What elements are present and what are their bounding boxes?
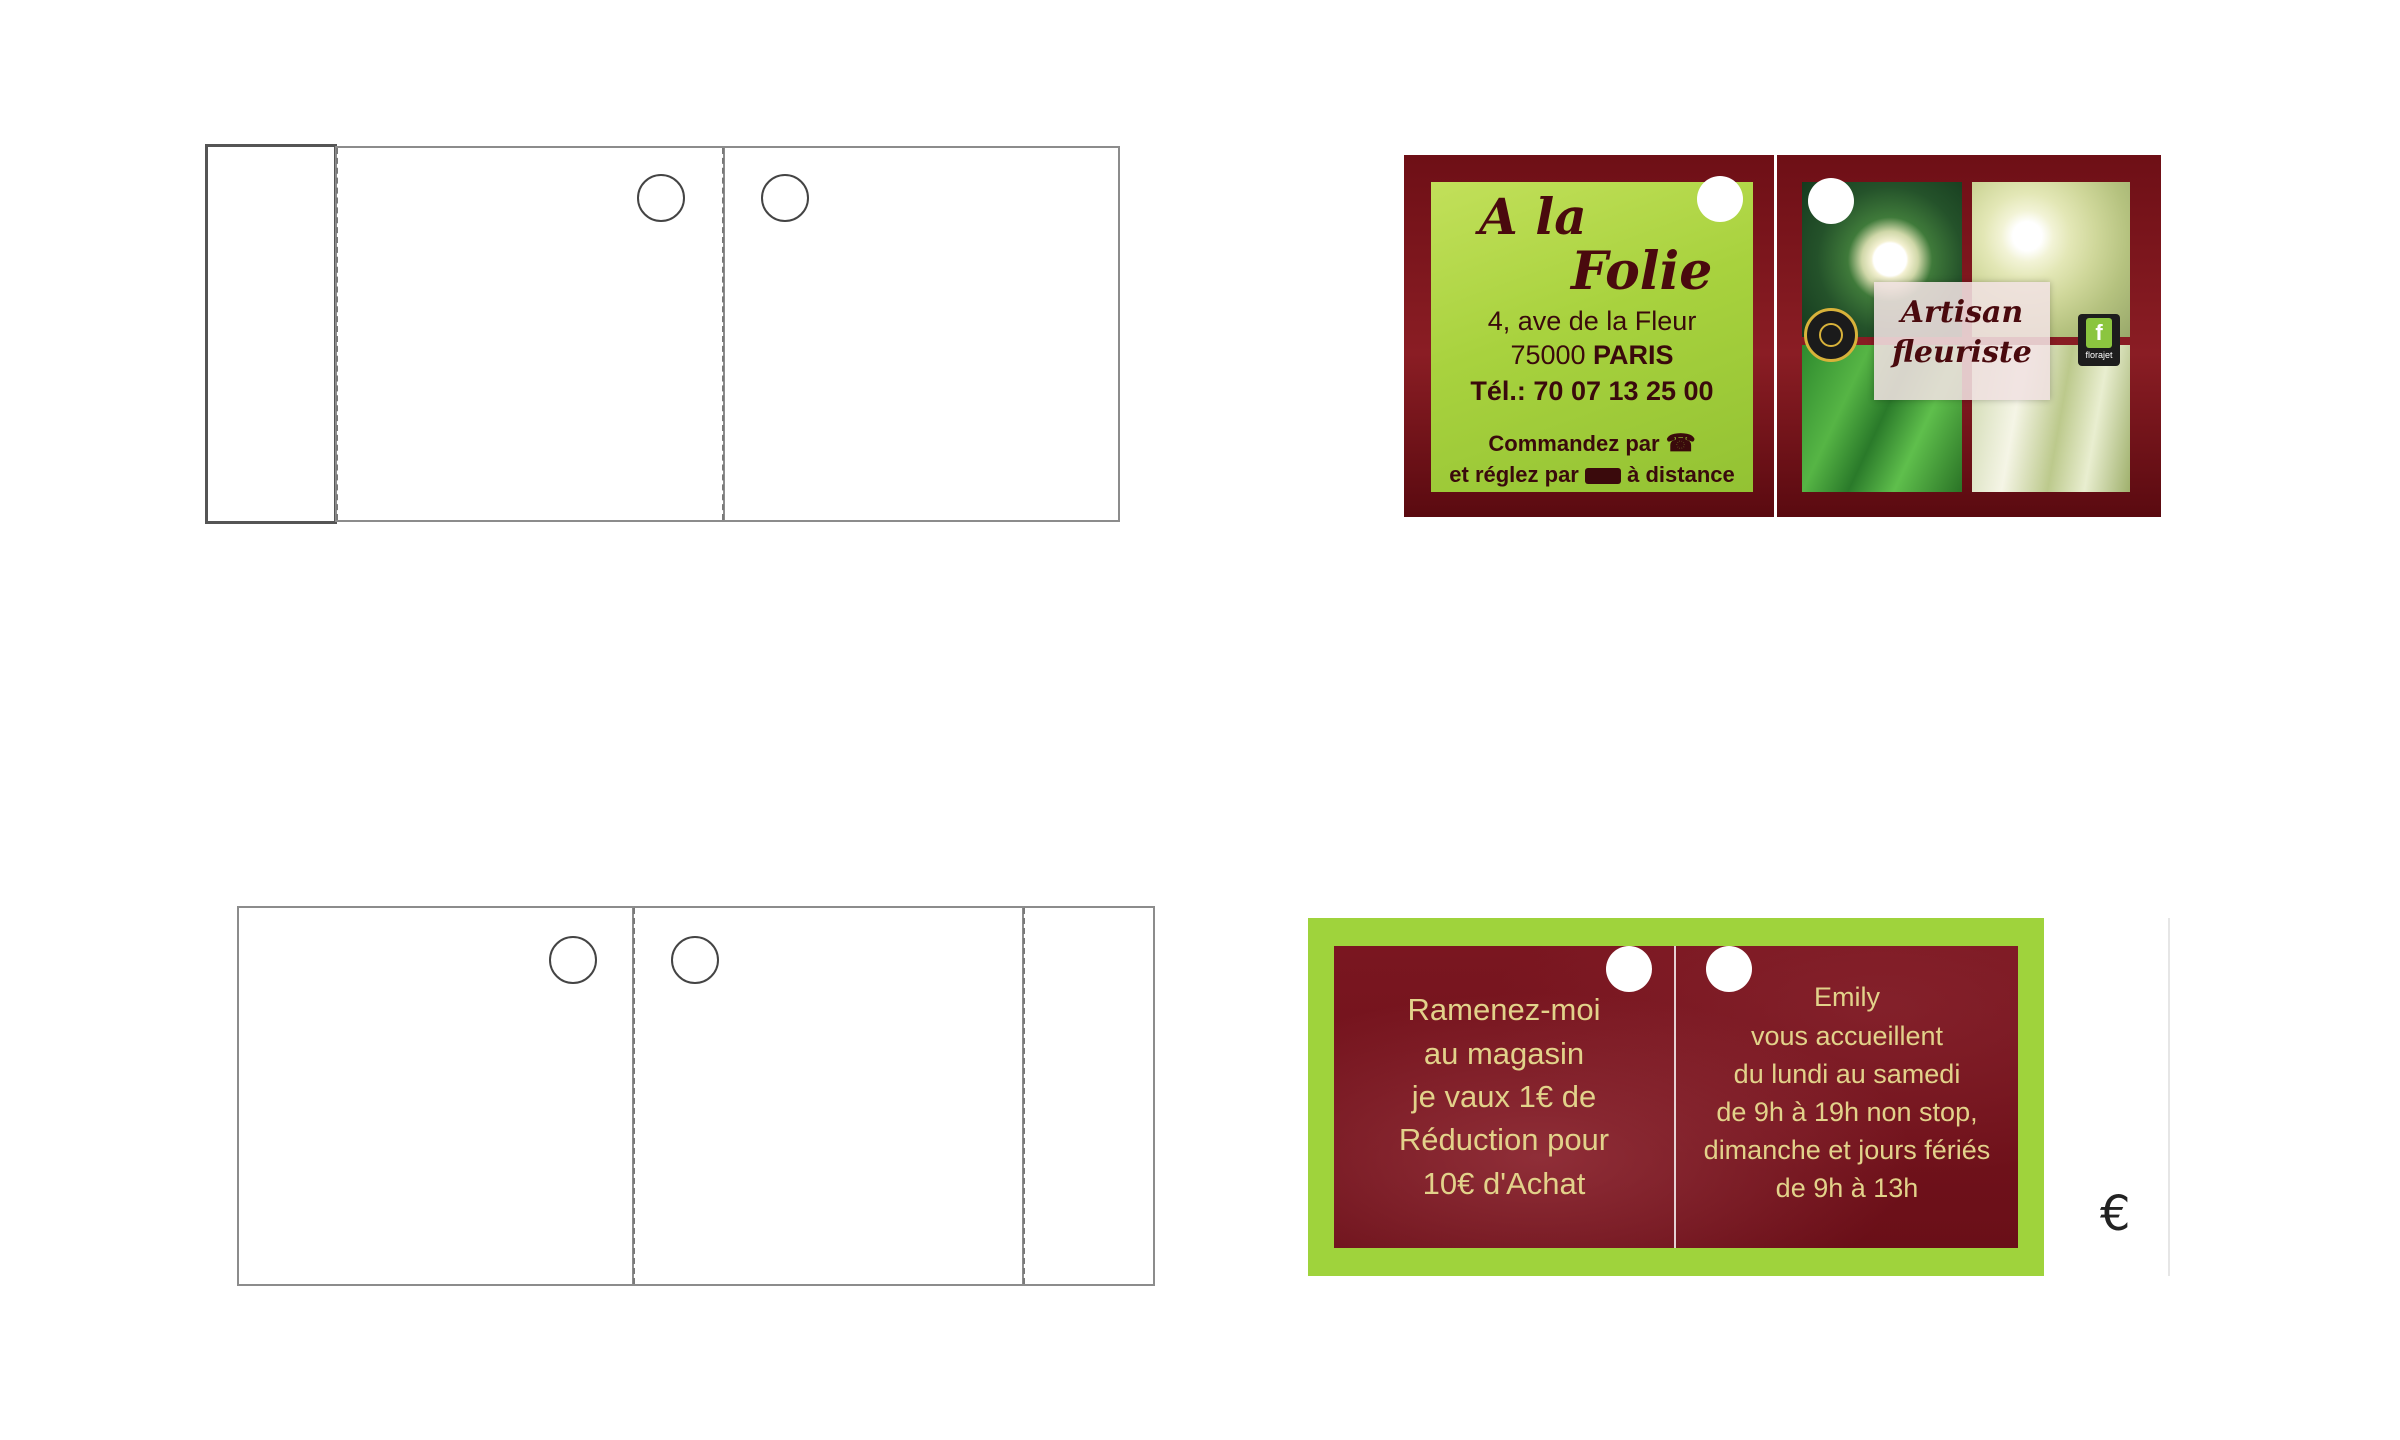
perforation-line — [336, 148, 338, 520]
hang-hole — [637, 174, 685, 222]
hang-hole — [671, 936, 719, 984]
coupon-line: Ramenez-moi — [1407, 992, 1601, 1027]
phone-number: Tél.: 70 07 13 25 00 — [1470, 376, 1714, 406]
perforation-line — [1023, 908, 1025, 1284]
euro-symbol: € — [2100, 1186, 2131, 1242]
address: 4, ave de la Fleur — [1487, 306, 1697, 336]
back-card: Ramenez-moi au magasin je vaux 1€ de Réd… — [1308, 918, 2044, 1276]
back-card-panel: Ramenez-moi au magasin je vaux 1€ de Réd… — [1334, 946, 2018, 1248]
badge-line2: fleuriste — [1892, 335, 2032, 370]
florajet-logo-text: florajet — [2085, 350, 2113, 360]
florajet-logo: f florajet — [2078, 314, 2120, 366]
card-fold-divider — [1774, 155, 1777, 517]
hours-line: dimanche et jours fériés — [1703, 1135, 1991, 1165]
postcode-city: 75000 PARIS — [1431, 342, 1753, 369]
blank-template-top — [205, 144, 1120, 524]
shop-info-panel: A la Folie 4, ave de la Fleur 75000 PARI… — [1431, 176, 1753, 492]
badge-line1: Artisan — [1900, 295, 2024, 330]
order-text: Commandez par — [1488, 431, 1660, 456]
postcode: 75000 — [1510, 340, 1586, 370]
flower-collage: Artisan fleuriste f florajet — [1802, 178, 2130, 492]
template-stub — [1022, 906, 1155, 1286]
shop-name-line1: A la — [1479, 187, 1587, 246]
coupon-line: au magasin — [1423, 1036, 1585, 1071]
hang-hole — [549, 936, 597, 984]
telephone-icon: ☎ — [1665, 430, 1696, 457]
trim-line — [2168, 918, 2170, 1276]
punch-hole — [1706, 946, 1752, 992]
punch-hole — [1697, 176, 1743, 222]
punch-hole — [1808, 178, 1854, 224]
punch-hole — [1606, 946, 1652, 992]
hang-hole — [761, 174, 809, 222]
carte-bancaire-icon — [1585, 468, 1621, 485]
front-card: A la Folie 4, ave de la Fleur 75000 PARI… — [1404, 155, 2161, 517]
coupon-line: 10€ d'Achat — [1422, 1166, 1586, 1201]
template-stub — [205, 144, 337, 524]
coupon-line: je vaux 1€ de — [1411, 1079, 1597, 1114]
fold-line — [722, 148, 724, 520]
pay-text-start: et réglez par — [1449, 462, 1579, 487]
payment-line: et réglez par à distance — [1431, 464, 1753, 486]
hours-line: de 9h à 13h — [1775, 1173, 1919, 1203]
hours-line: du lundi au samedi — [1733, 1059, 1961, 1089]
hours-line: de 9h à 19h non stop, — [1716, 1097, 1978, 1127]
hours-line: vous accueillent — [1750, 1021, 1944, 1051]
shop-name-line2: Folie — [1571, 241, 1713, 302]
city: PARIS — [1593, 340, 1674, 370]
coupon-line: Réduction pour — [1398, 1122, 1610, 1157]
fold-line — [633, 908, 635, 1284]
order-line: Commandez par ☎ — [1431, 432, 1753, 456]
pay-text-end: à distance — [1627, 462, 1735, 487]
blank-template-bottom — [237, 906, 1155, 1286]
artisan-fleuriste-badge: Artisan fleuriste — [1874, 282, 2050, 400]
artisan-seal-icon — [1804, 308, 1858, 362]
